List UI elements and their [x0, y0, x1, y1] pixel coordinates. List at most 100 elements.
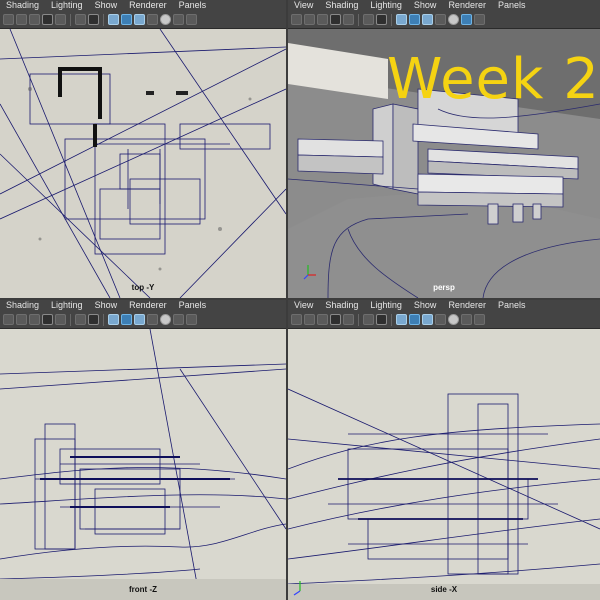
viewport-toolbar	[0, 11, 286, 29]
smooth-shade-icon[interactable]	[376, 314, 387, 325]
resolution-gate-icon[interactable]	[343, 314, 354, 325]
camera-icon[interactable]	[3, 314, 14, 325]
bookmark-icon[interactable]	[304, 314, 315, 325]
ambient-occlusion-icon[interactable]	[160, 314, 171, 325]
smooth-shade-icon[interactable]	[88, 314, 99, 325]
textured-cube-icon[interactable]	[409, 314, 420, 325]
menu-panels[interactable]: Panels	[173, 0, 213, 11]
lit-cube-icon[interactable]	[134, 314, 145, 325]
viewport-front[interactable]: Shading Lighting Show Renderer Panels fr…	[0, 300, 286, 600]
wireframe-icon[interactable]	[363, 314, 374, 325]
front-view-canvas[interactable]: front -Z	[0, 329, 286, 600]
menu-panels[interactable]: Panels	[173, 300, 213, 311]
menu-show[interactable]: Show	[408, 0, 443, 11]
wireframe-icon[interactable]	[75, 314, 86, 325]
grid-icon[interactable]	[317, 14, 328, 25]
shaded-cube-icon[interactable]	[396, 314, 407, 325]
menu-view[interactable]: View	[288, 300, 319, 311]
menu-shading[interactable]: Shading	[0, 300, 45, 311]
menu-lighting[interactable]: Lighting	[45, 300, 89, 311]
film-gate-icon[interactable]	[42, 314, 53, 325]
xray-icon[interactable]	[186, 14, 197, 25]
menu-renderer[interactable]: Renderer	[442, 300, 492, 311]
film-gate-icon[interactable]	[330, 14, 341, 25]
grid-icon[interactable]	[317, 314, 328, 325]
menu-view[interactable]: View	[288, 0, 319, 11]
isolate-icon[interactable]	[173, 14, 184, 25]
shaded-cube-icon[interactable]	[108, 314, 119, 325]
camera-icon[interactable]	[291, 14, 302, 25]
film-gate-icon[interactable]	[42, 14, 53, 25]
menu-shading[interactable]: Shading	[0, 0, 45, 11]
grid-icon[interactable]	[29, 14, 40, 25]
camera-icon[interactable]	[3, 14, 14, 25]
xray-icon[interactable]	[474, 14, 485, 25]
shaded-cube-icon[interactable]	[396, 14, 407, 25]
week-title-overlay: Week 2	[387, 47, 600, 112]
viewport-side[interactable]: View Shading Lighting Show Renderer Pane…	[288, 300, 600, 600]
bookmark-icon[interactable]	[16, 314, 27, 325]
ambient-occlusion-icon[interactable]	[448, 14, 459, 25]
viewport-menubar: View Shading Lighting Show Renderer Pane…	[288, 300, 600, 311]
viewport-toolbar	[288, 11, 600, 29]
top-view-canvas[interactable]: top -Y	[0, 29, 286, 298]
textured-cube-icon[interactable]	[409, 14, 420, 25]
viewport-top[interactable]: Shading Lighting Show Renderer Panels to…	[0, 0, 286, 298]
lit-cube-icon[interactable]	[422, 314, 433, 325]
shadow-icon[interactable]	[147, 14, 158, 25]
menu-renderer[interactable]: Renderer	[123, 300, 173, 311]
menu-lighting[interactable]: Lighting	[364, 0, 408, 11]
toolbar-separator	[358, 313, 359, 326]
shadow-icon[interactable]	[147, 314, 158, 325]
ambient-occlusion-icon[interactable]	[448, 314, 459, 325]
shadow-icon[interactable]	[435, 14, 446, 25]
xray-icon[interactable]	[186, 314, 197, 325]
menu-shading[interactable]: Shading	[319, 0, 364, 11]
smooth-shade-icon[interactable]	[376, 14, 387, 25]
toolbar-separator	[103, 13, 104, 26]
xray-icon[interactable]	[474, 314, 485, 325]
textured-cube-icon[interactable]	[121, 14, 132, 25]
toolbar-separator	[391, 13, 392, 26]
menu-show[interactable]: Show	[89, 300, 124, 311]
camera-icon[interactable]	[291, 314, 302, 325]
lit-cube-icon[interactable]	[134, 14, 145, 25]
ambient-occlusion-icon[interactable]	[160, 14, 171, 25]
menu-panels[interactable]: Panels	[492, 300, 532, 311]
side-view-wireframe	[288, 329, 600, 600]
menu-renderer[interactable]: Renderer	[442, 0, 492, 11]
resolution-gate-icon[interactable]	[343, 14, 354, 25]
menu-lighting[interactable]: Lighting	[45, 0, 89, 11]
menu-shading[interactable]: Shading	[319, 300, 364, 311]
viewport-label: side -X	[430, 585, 458, 594]
shaded-cube-icon[interactable]	[108, 14, 119, 25]
toolbar-separator	[391, 313, 392, 326]
isolate-icon[interactable]	[461, 14, 472, 25]
isolate-icon[interactable]	[461, 314, 472, 325]
viewport-label: front -Z	[129, 585, 157, 594]
menu-panels[interactable]: Panels	[492, 0, 532, 11]
menu-renderer[interactable]: Renderer	[123, 0, 173, 11]
menu-lighting[interactable]: Lighting	[364, 300, 408, 311]
viewport-toolbar	[0, 311, 286, 329]
grid-icon[interactable]	[29, 314, 40, 325]
textured-cube-icon[interactable]	[121, 314, 132, 325]
viewport-menubar: View Shading Lighting Show Renderer Pane…	[288, 0, 600, 11]
resolution-gate-icon[interactable]	[55, 314, 66, 325]
bookmark-icon[interactable]	[16, 14, 27, 25]
viewport-persp[interactable]: View Shading Lighting Show Renderer Pane…	[288, 0, 600, 298]
film-gate-icon[interactable]	[330, 314, 341, 325]
toolbar-separator	[70, 313, 71, 326]
wireframe-icon[interactable]	[75, 14, 86, 25]
front-view-wireframe	[0, 329, 286, 600]
resolution-gate-icon[interactable]	[55, 14, 66, 25]
menu-show[interactable]: Show	[408, 300, 443, 311]
menu-show[interactable]: Show	[89, 0, 124, 11]
smooth-shade-icon[interactable]	[88, 14, 99, 25]
isolate-icon[interactable]	[173, 314, 184, 325]
shadow-icon[interactable]	[435, 314, 446, 325]
bookmark-icon[interactable]	[304, 14, 315, 25]
side-view-canvas[interactable]: side -X	[288, 329, 600, 600]
wireframe-icon[interactable]	[363, 14, 374, 25]
lit-cube-icon[interactable]	[422, 14, 433, 25]
